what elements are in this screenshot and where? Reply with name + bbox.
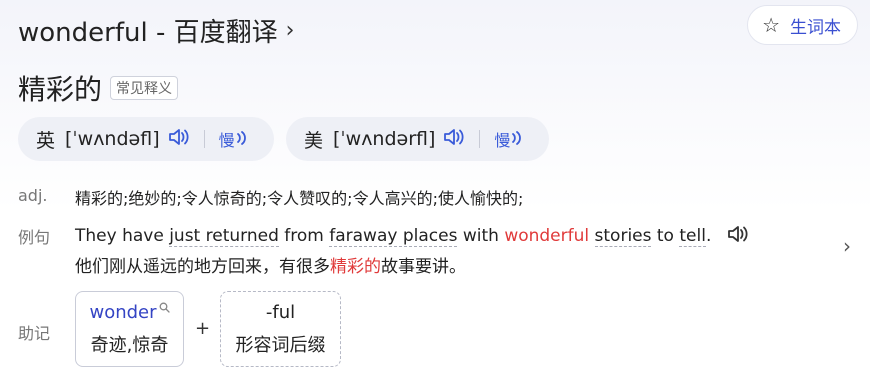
region-label: 英 [36, 129, 56, 152]
divider [203, 130, 205, 148]
search-icon [159, 302, 170, 316]
chevron-right-icon: › [285, 18, 295, 43]
headword-row: 精彩的 常见释义 [18, 68, 179, 108]
page-title: wonderful - 百度翻译 [18, 18, 278, 48]
root-word: wonder [89, 302, 170, 323]
phonetic: [ˈwʌndəfl] [65, 128, 160, 150]
star-outline-icon: ☆ [762, 13, 780, 37]
speaker-icon[interactable] [443, 127, 465, 152]
mnemonic-root-card[interactable]: wonder 奇迹,惊奇 [75, 291, 184, 367]
vocabulary-book-label: 生词本 [790, 17, 841, 38]
phrase-link[interactable]: faraway places [329, 226, 458, 247]
pronunciation-us: 美 [ˈwʌndərfl] 慢 [286, 117, 549, 161]
plus-sign: + [195, 318, 211, 339]
suffix-meaning: 形容词后缀 [235, 334, 326, 356]
suffix-word: -ful [265, 301, 296, 323]
highlighted-word: 精彩的 [330, 257, 381, 277]
slow-speaker-icon[interactable]: 慢 [494, 127, 524, 151]
region-label: 美 [304, 129, 324, 152]
speaker-icon[interactable] [727, 226, 749, 246]
phonetic: [ˈwʌndərfl] [333, 128, 436, 150]
slow-speaker-icon[interactable]: 慢 [219, 127, 249, 151]
common-meaning-badge: 常见释义 [110, 76, 179, 100]
divider [479, 130, 481, 148]
example-sentence-en: They have just returned from faraway pla… [75, 221, 749, 251]
speaker-icon[interactable] [168, 127, 190, 152]
vocabulary-book-button[interactable]: ☆ 生词本 [747, 5, 858, 45]
word-link[interactable]: stories [594, 226, 652, 247]
headword: 精彩的 [18, 73, 103, 106]
definition-text: 精彩的;绝妙的;令人惊奇的;令人赞叹的;令人高兴的;使人愉快的; [75, 189, 524, 208]
page-title-link[interactable]: wonderful - 百度翻译 › [18, 12, 294, 49]
next-example-chevron-icon[interactable]: › [843, 234, 851, 258]
mnemonic-label: 助记 [18, 324, 51, 343]
example-sentence-zh: 他们刚从遥远的地方回来，有很多精彩的故事要讲。 [75, 257, 466, 277]
word-link[interactable]: tell [679, 226, 706, 247]
phrase-link[interactable]: just returned [169, 226, 279, 247]
part-of-speech-label: adj. [18, 186, 48, 205]
example-label: 例句 [18, 228, 51, 247]
pronunciation-uk: 英 [ˈwʌndəfl] 慢 [18, 117, 274, 161]
mnemonic-suffix-card: -ful 形容词后缀 [220, 291, 341, 367]
highlighted-word: wonderful [504, 226, 590, 246]
root-meaning: 奇迹,惊奇 [90, 334, 169, 356]
